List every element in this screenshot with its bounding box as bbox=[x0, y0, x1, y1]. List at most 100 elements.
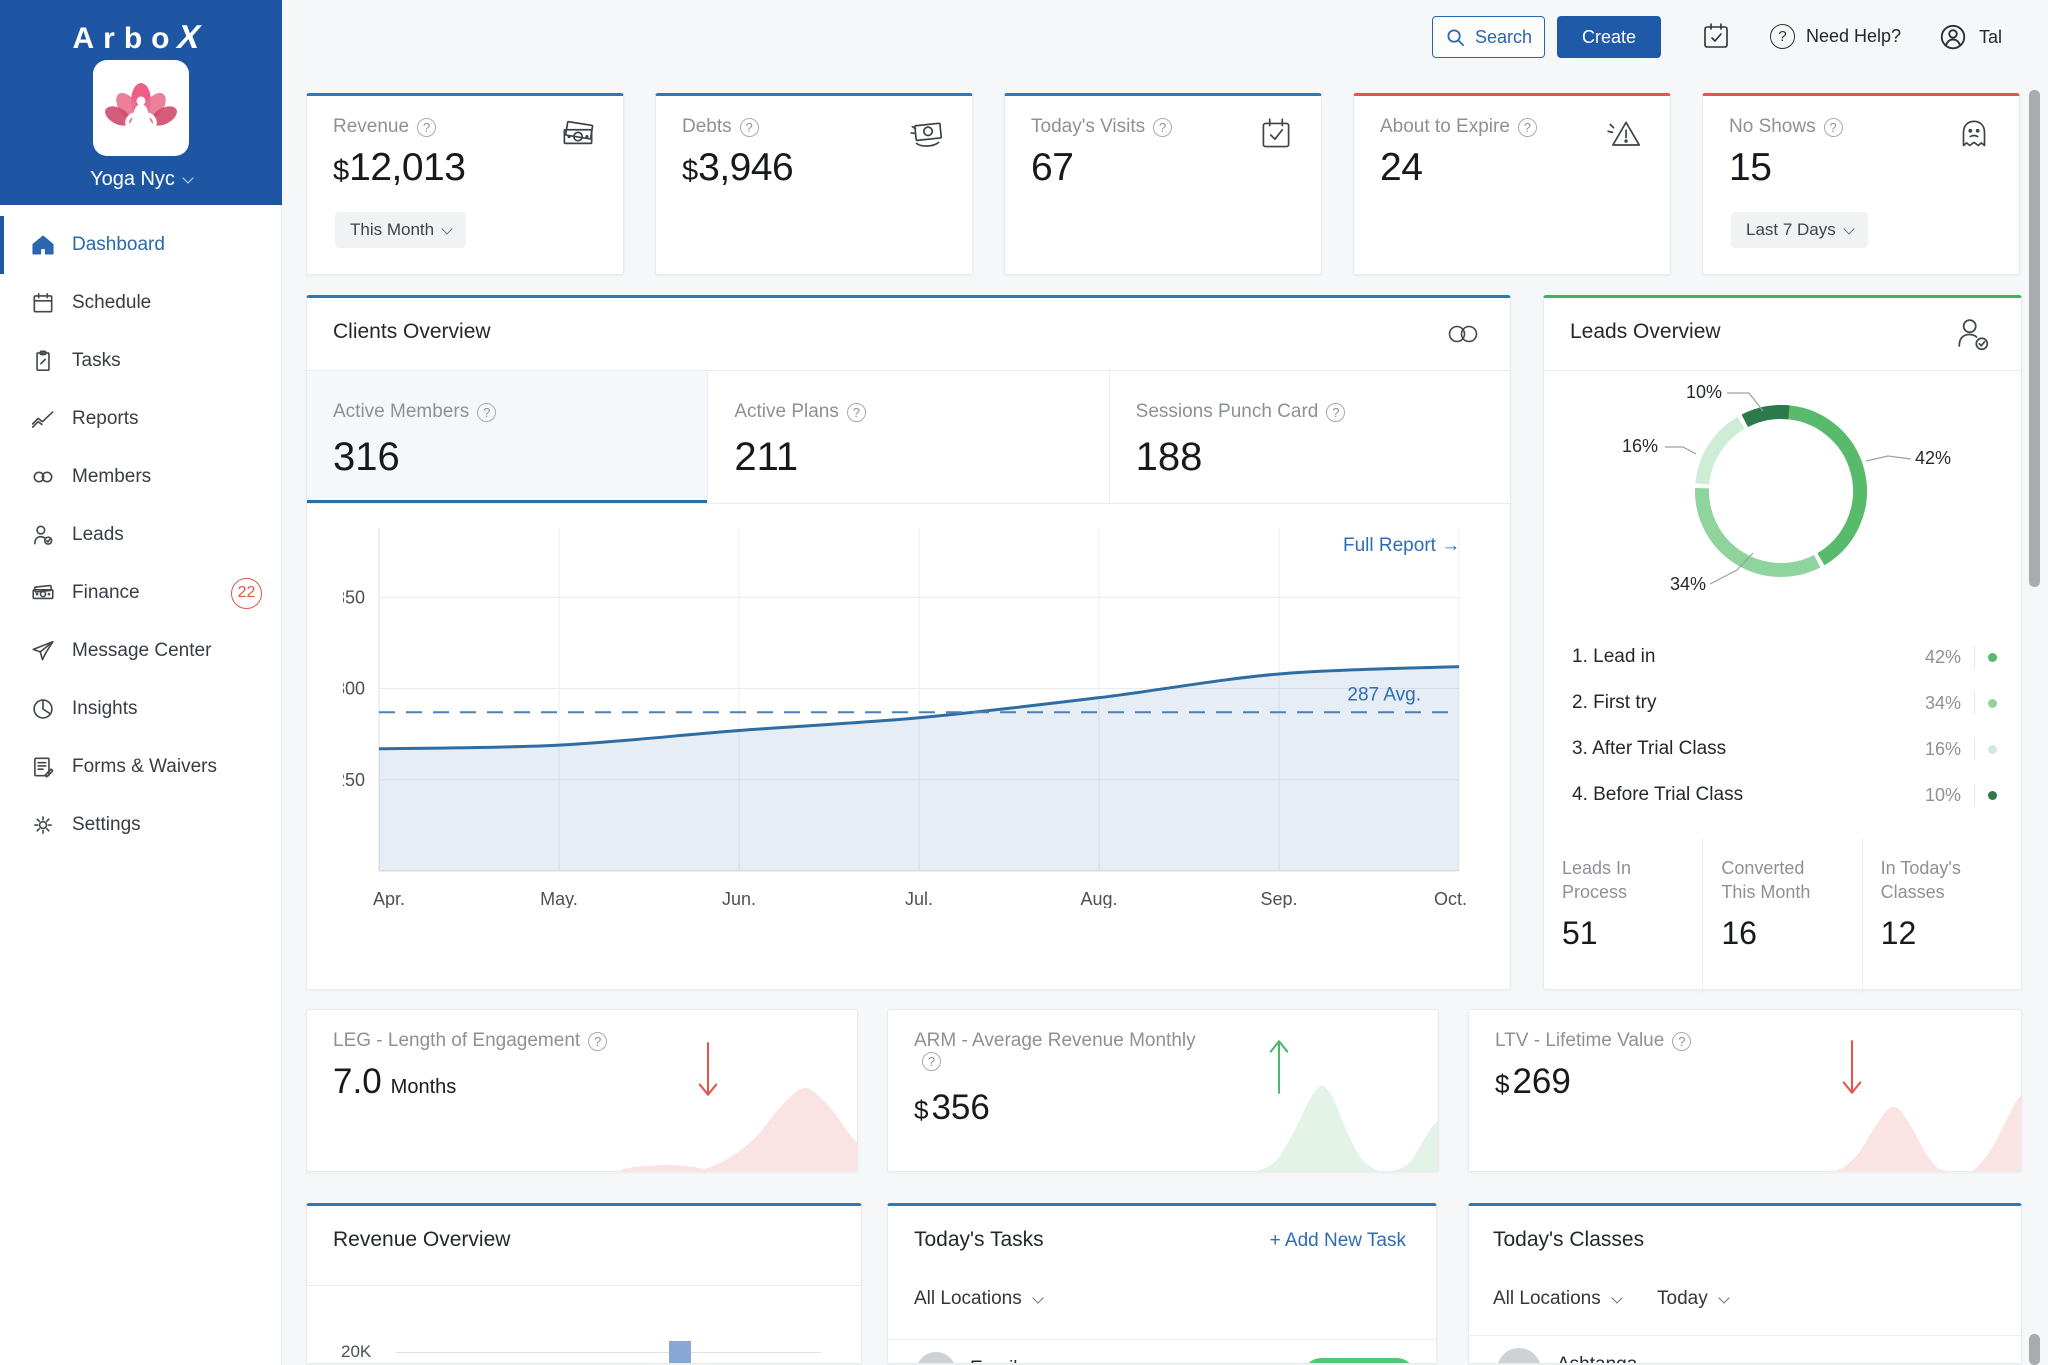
help-icon[interactable] bbox=[477, 402, 497, 422]
svg-text:300: 300 bbox=[343, 679, 365, 699]
help-icon[interactable] bbox=[739, 117, 759, 137]
clipboard-icon bbox=[36, 350, 50, 372]
help-icon[interactable] bbox=[1153, 117, 1173, 137]
revenue-period-dropdown[interactable]: This Month bbox=[335, 212, 467, 248]
donut-callout-lead-in: 42% bbox=[1915, 448, 1952, 468]
metric-label: LEG - Length of Engagement bbox=[333, 1030, 581, 1051]
sidebar-item-label: Dashboard bbox=[72, 234, 165, 255]
kpi-amount: 12,013 bbox=[349, 146, 466, 189]
money-payment-icon bbox=[906, 114, 948, 161]
sidebar-item-tasks[interactable]: Tasks bbox=[0, 332, 282, 390]
help-icon[interactable] bbox=[1823, 117, 1843, 137]
divider bbox=[1544, 370, 2021, 371]
help-icon[interactable] bbox=[1672, 1031, 1692, 1051]
classes-date-dropdown[interactable]: Today bbox=[1657, 1288, 1730, 1310]
search-icon bbox=[1447, 28, 1464, 46]
lead-target-icon bbox=[34, 525, 53, 545]
tab-active-plans[interactable]: Active Plans 211 bbox=[708, 371, 1110, 503]
kpi-card-debts: Debts $3,946 bbox=[655, 93, 973, 275]
vertical-scrollbar-fragment[interactable] bbox=[2029, 1334, 2040, 1365]
legend-dot bbox=[1988, 698, 1997, 708]
account-name: Yoga Nyc bbox=[90, 168, 175, 190]
svg-text:250: 250 bbox=[343, 770, 365, 790]
account-switcher[interactable]: Yoga Nyc bbox=[0, 168, 282, 191]
tasks-location-dropdown[interactable]: All Locations bbox=[914, 1288, 1044, 1310]
leads-stats: Leads In Process 51 Converted This Month 1… bbox=[1544, 838, 2021, 993]
kpi-amount: 3,946 bbox=[698, 146, 794, 189]
divider bbox=[1974, 646, 1975, 668]
sidebar-item-message-center[interactable]: Message Center bbox=[0, 622, 282, 680]
vertical-scrollbar[interactable] bbox=[2029, 90, 2040, 587]
help-icon[interactable] bbox=[588, 1031, 608, 1051]
clients-tabs: Active Members 316 Active Plans 211 Sess… bbox=[307, 371, 1510, 504]
todays-tasks-panel: Today's Tasks Add New Task All Locations… bbox=[887, 1203, 1437, 1364]
no-shows-period-dropdown[interactable]: Last 7 Days bbox=[1731, 212, 1868, 248]
help-icon[interactable] bbox=[417, 117, 437, 137]
leads-donut-chart bbox=[1695, 405, 1867, 577]
help-icon bbox=[1770, 24, 1795, 49]
svg-text:Sep.: Sep. bbox=[1260, 889, 1297, 908]
stat-value: 16 bbox=[1721, 914, 1757, 951]
panel-title: Today's Classes bbox=[1493, 1228, 1645, 1251]
tab-label: Active Members bbox=[333, 401, 470, 422]
panel-title: Today's Tasks bbox=[914, 1228, 1044, 1251]
home-icon bbox=[32, 235, 54, 255]
search-button[interactable]: Search bbox=[1432, 16, 1545, 58]
calendar-shortcut-button[interactable] bbox=[1700, 20, 1732, 57]
money-icon bbox=[32, 584, 54, 600]
create-button[interactable]: Create bbox=[1557, 16, 1661, 58]
help-icon[interactable] bbox=[846, 402, 866, 422]
kpi-amount: 24 bbox=[1380, 146, 1423, 189]
metric-card-leg: LEG - Length of Engagement 7.0Months bbox=[306, 1009, 858, 1172]
tab-value: 188 bbox=[1135, 435, 1203, 479]
lotus-icon bbox=[105, 83, 177, 132]
metric-card-arm: ARM - Average Revenue Monthly $356 bbox=[887, 1009, 1439, 1172]
stat-value: 51 bbox=[1562, 914, 1598, 951]
sidebar: ArboX Yoga Nyc Dashboard Schedule Tasks … bbox=[0, 0, 282, 1365]
metric-label-row: LTV - Lifetime Value bbox=[1495, 1030, 1692, 1052]
stat-converted-this-month: Converted This Month 16 bbox=[1702, 838, 1861, 993]
sidebar-item-reports[interactable]: Reports bbox=[0, 390, 282, 448]
trend-sparkline-negative bbox=[1835, 1095, 2021, 1171]
tab-label: Sessions Punch Card bbox=[1135, 401, 1319, 422]
add-new-task-button[interactable]: Add New Task bbox=[1270, 1230, 1406, 1252]
sidebar-item-insights[interactable]: Insights bbox=[0, 680, 282, 738]
task-action-button[interactable] bbox=[1303, 1358, 1415, 1363]
kpi-label: About to Expire bbox=[1380, 116, 1510, 137]
sidebar-item-forms-waivers[interactable]: Forms & Waivers bbox=[0, 738, 282, 796]
sidebar-item-settings[interactable]: Settings bbox=[0, 796, 282, 854]
line-chart-icon bbox=[31, 411, 54, 428]
logo-text: Arbo bbox=[72, 22, 179, 55]
sidebar-item-dashboard[interactable]: Dashboard bbox=[0, 216, 282, 274]
help-icon[interactable] bbox=[922, 1052, 941, 1071]
need-help-button[interactable]: Need Help? bbox=[1770, 24, 1901, 49]
money-bills-icon bbox=[557, 114, 599, 161]
legend-percent: 16% bbox=[1924, 738, 1961, 759]
tab-sessions-punch-card[interactable]: Sessions Punch Card 188 bbox=[1110, 371, 1510, 503]
legend-row: 3. After Trial Class 16% bbox=[1544, 726, 2021, 772]
help-icon[interactable] bbox=[1517, 117, 1537, 137]
svg-text:May.: May. bbox=[540, 889, 578, 908]
tab-active-members[interactable]: Active Members 316 bbox=[307, 371, 709, 503]
user-menu[interactable]: Tal bbox=[1938, 22, 2002, 52]
active-members-area-chart: 250 300 350 287 Avg. Apr. May. Jun. Jul. Aug. Sep… bbox=[343, 528, 1467, 908]
chevron-down-icon bbox=[441, 222, 453, 235]
tab-value: 211 bbox=[734, 435, 799, 479]
classes-location-dropdown[interactable]: All Locations bbox=[1493, 1288, 1623, 1310]
currency-symbol: $ bbox=[682, 155, 699, 187]
stat-label: In Today's Classes bbox=[1880, 858, 1961, 903]
search-label: Search bbox=[1474, 26, 1533, 47]
help-icon[interactable] bbox=[1326, 402, 1346, 422]
kpi-label-row: No Shows bbox=[1729, 116, 1843, 138]
sidebar-item-schedule[interactable]: Schedule bbox=[0, 274, 282, 332]
chevron-down-icon bbox=[182, 172, 194, 184]
avatar bbox=[916, 1352, 956, 1363]
svg-text:287 Avg.: 287 Avg. bbox=[1347, 684, 1421, 705]
sidebar-item-finance[interactable]: Finance 22 bbox=[0, 564, 282, 622]
legend-percent: 10% bbox=[1924, 784, 1961, 805]
sidebar-item-leads[interactable]: Leads bbox=[0, 506, 282, 564]
sidebar-item-members[interactable]: Members bbox=[0, 448, 282, 506]
revenue-bar bbox=[669, 1341, 691, 1363]
svg-text:Aug.: Aug. bbox=[1080, 889, 1117, 908]
kpi-label: No Shows bbox=[1729, 116, 1816, 137]
